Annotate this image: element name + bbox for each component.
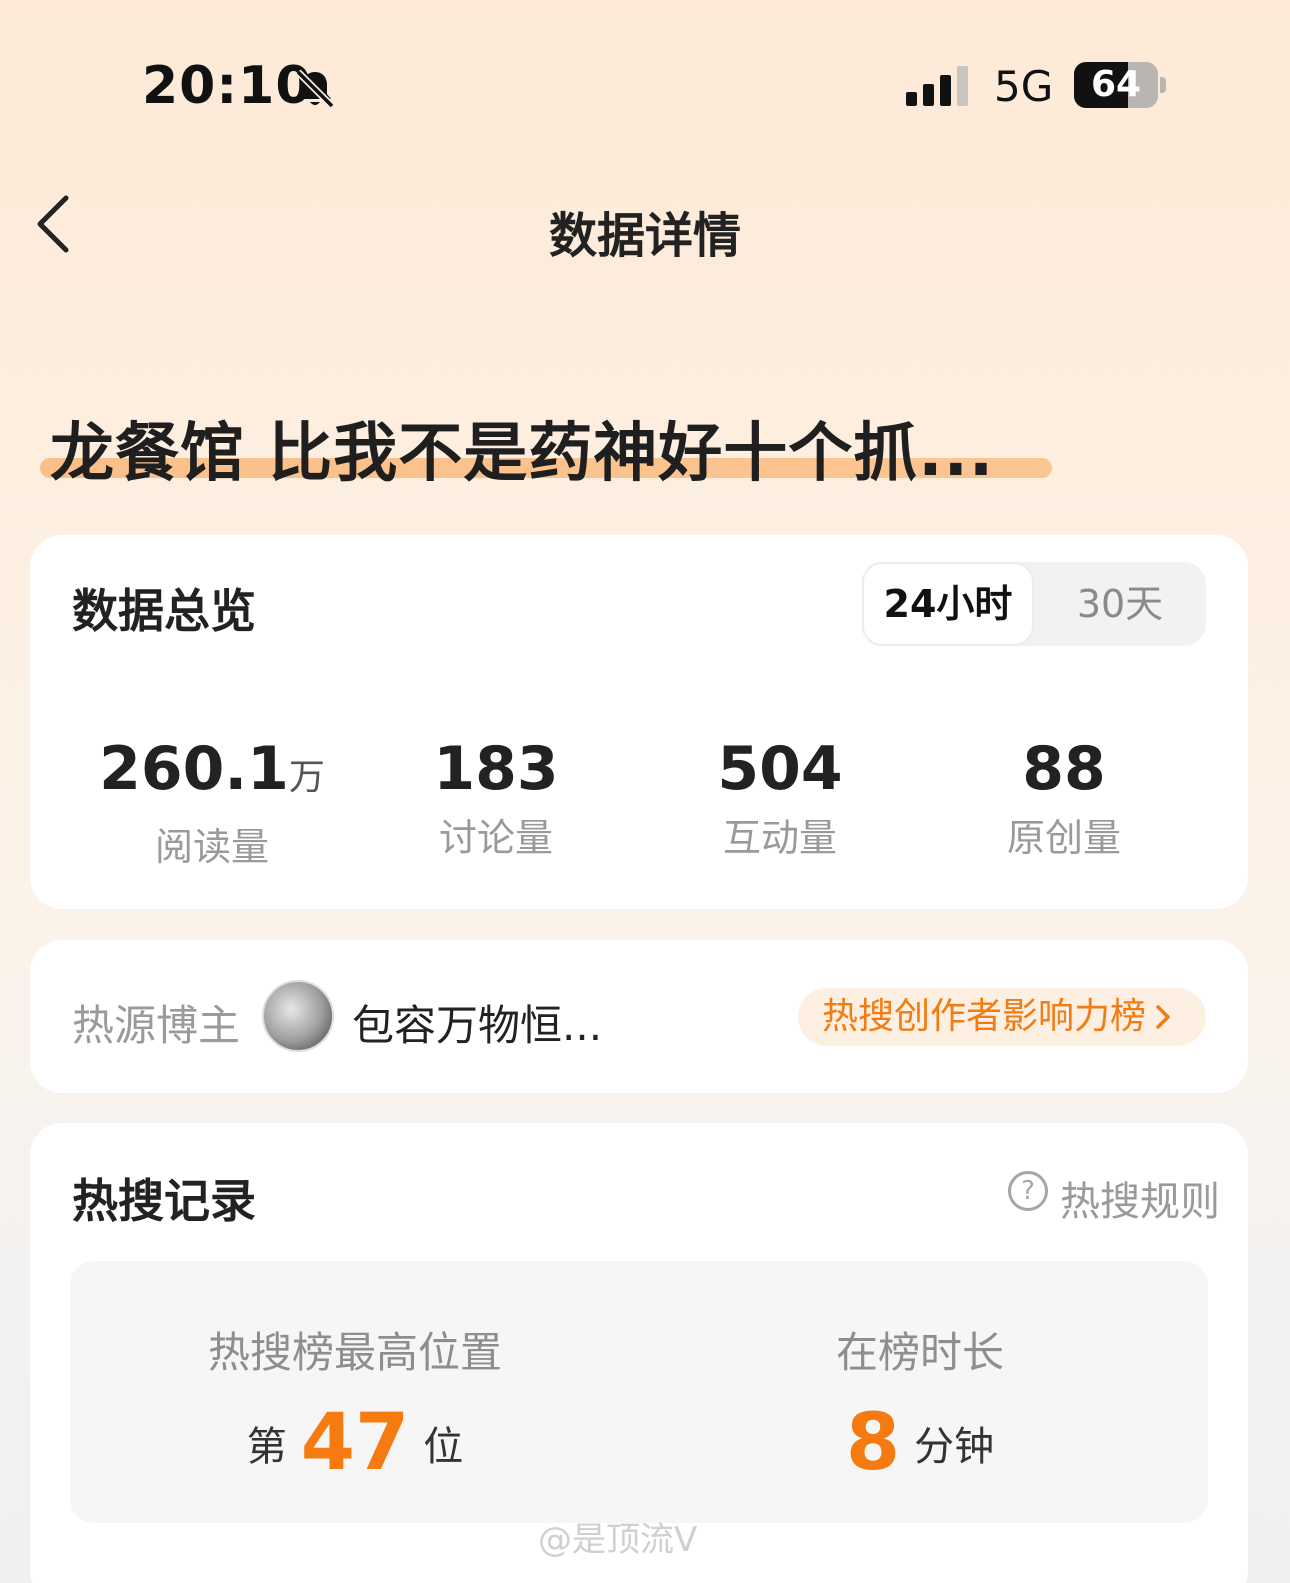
source-label: 热源博主: [72, 1001, 241, 1050]
influence-rank-button[interactable]: 热搜创作者影响力榜: [798, 988, 1206, 1046]
chevron-right-icon: [1156, 1005, 1170, 1029]
peak-position-stat: 热搜榜最高位置 第 47 位: [140, 1319, 570, 1488]
page-title: 数据详情: [548, 208, 741, 264]
duration-value: 8: [845, 1398, 901, 1488]
metric-label: 互动量: [722, 816, 837, 860]
metric-value: 88: [1022, 734, 1106, 804]
influence-rank-label: 热搜创作者影响力榜: [822, 996, 1147, 1037]
metric-unit: 万: [288, 757, 325, 798]
metric-value: 183: [433, 734, 559, 804]
metric-interactions: 504 互动量: [630, 735, 930, 862]
watermark: @是顶流V: [538, 1520, 698, 1560]
battery-icon: 64: [1074, 62, 1166, 110]
question-icon: ?: [1008, 1171, 1048, 1211]
status-time: 20:10: [142, 56, 313, 116]
overview-card: 数据总览 24小时 30天 260.1万 阅读量 183 讨论量 504 互动量…: [30, 535, 1248, 909]
avatar[interactable]: [262, 980, 334, 1052]
peak-suffix: 位: [423, 1424, 464, 1470]
duration-suffix: 分钟: [914, 1424, 995, 1470]
tab-30d[interactable]: 30天: [1034, 562, 1206, 646]
source-name[interactable]: 包容万物恒...: [352, 992, 602, 1053]
metric-originals: 88 原创量: [914, 735, 1214, 862]
rules-link[interactable]: ? 热搜规则: [1008, 1169, 1220, 1225]
topic-title: 龙餐馆 比我不是药神好十个抓...: [50, 417, 995, 491]
source-card: 热源博主 包容万物恒... 热搜创作者影响力榜: [30, 940, 1248, 1093]
peak-prefix: 第: [246, 1424, 287, 1470]
battery-level: 64: [1090, 64, 1142, 105]
duration-stat: 在榜时长 8 分钟: [770, 1319, 1070, 1488]
time-range-toggle: 24小时 30天: [862, 562, 1206, 646]
peak-value: 47: [300, 1398, 410, 1488]
metric-label: 讨论量: [438, 816, 553, 860]
metric-reads: 260.1万 阅读量: [62, 735, 362, 871]
metric-label: 阅读量: [154, 825, 269, 869]
metric-value: 260.1: [99, 734, 289, 804]
metric-label: 原创量: [1006, 816, 1121, 860]
duration-label: 在榜时长: [835, 1328, 1004, 1377]
records-stats-box: 热搜榜最高位置 第 47 位 在榜时长 8 分钟: [70, 1261, 1208, 1523]
metric-value: 504: [717, 734, 843, 804]
overview-heading: 数据总览: [72, 584, 256, 638]
network-type: 5G: [994, 62, 1054, 111]
peak-label: 热搜榜最高位置: [207, 1328, 502, 1377]
tab-24h[interactable]: 24小时: [862, 562, 1034, 646]
signal-icon: [906, 66, 968, 106]
records-heading: 热搜记录: [72, 1174, 256, 1228]
metric-discussions: 183 讨论量: [346, 735, 646, 862]
rules-label: 热搜规则: [1060, 1179, 1220, 1225]
bell-slash-icon: [295, 69, 335, 109]
